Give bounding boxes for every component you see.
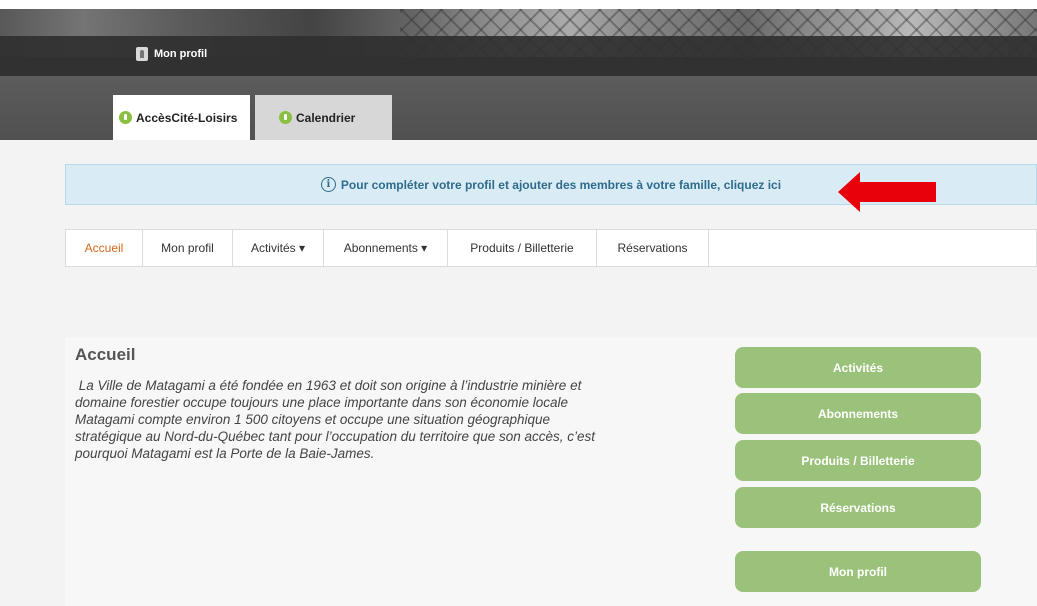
profile-link-label: Mon profil: [154, 48, 208, 60]
mon-profil-button[interactable]: Mon profil: [735, 551, 981, 592]
main-nav: Accueil Mon profil Activités ▾ Abonnemen…: [65, 229, 1037, 267]
activites-button[interactable]: Activités: [735, 347, 981, 388]
nav-item-produits-billetterie[interactable]: Produits / Billetterie: [448, 230, 597, 266]
description-line: Matagami compte environ 1 500 citoyens e…: [75, 412, 551, 427]
description-line: La Ville de Matagami a été fondée en 196…: [75, 378, 582, 393]
info-banner-text[interactable]: Pour compléter votre profil et ajouter d…: [341, 178, 781, 192]
tab-info-icon: [279, 111, 292, 124]
description-line: pourquoi Matagami est la Porte de la Bai…: [75, 446, 375, 461]
tab-info-icon: [119, 111, 132, 124]
profile-link[interactable]: Mon profil: [136, 47, 207, 61]
top-strip: [0, 0, 1037, 9]
tab-accescite-loisirs[interactable]: AccèsCité-Loisirs: [113, 95, 250, 140]
abonnements-button[interactable]: Abonnements: [735, 393, 981, 434]
description-line: stratégique au Nord-du-Québec tant pour …: [75, 429, 596, 444]
page-description: La Ville de Matagami a été fondée en 196…: [75, 377, 715, 462]
nav-item-mon-profil[interactable]: Mon profil: [143, 230, 233, 266]
header-banner: Mon profil AccèsCité-Loisirs Calendrier: [0, 0, 1037, 140]
page-title: Accueil: [75, 345, 136, 364]
nav-item-activites[interactable]: Activités ▾: [233, 230, 324, 266]
nav-item-reservations[interactable]: Réservations: [597, 230, 709, 266]
tab-calendrier[interactable]: Calendrier: [255, 95, 392, 140]
nav-item-accueil[interactable]: Accueil: [66, 230, 143, 266]
tab-label: Calendrier: [296, 110, 356, 125]
reservations-button[interactable]: Réservations: [735, 487, 981, 528]
tab-label: AccèsCité-Loisirs: [136, 110, 238, 125]
description-line: domaine forestier occupe toujours une pl…: [75, 395, 569, 410]
red-arrow-annotation: [838, 172, 936, 212]
user-icon: [136, 47, 148, 61]
info-circle-icon: i: [320, 177, 336, 192]
produits-billetterie-button[interactable]: Produits / Billetterie: [735, 440, 981, 481]
nav-item-abonnements[interactable]: Abonnements ▾: [324, 230, 448, 266]
